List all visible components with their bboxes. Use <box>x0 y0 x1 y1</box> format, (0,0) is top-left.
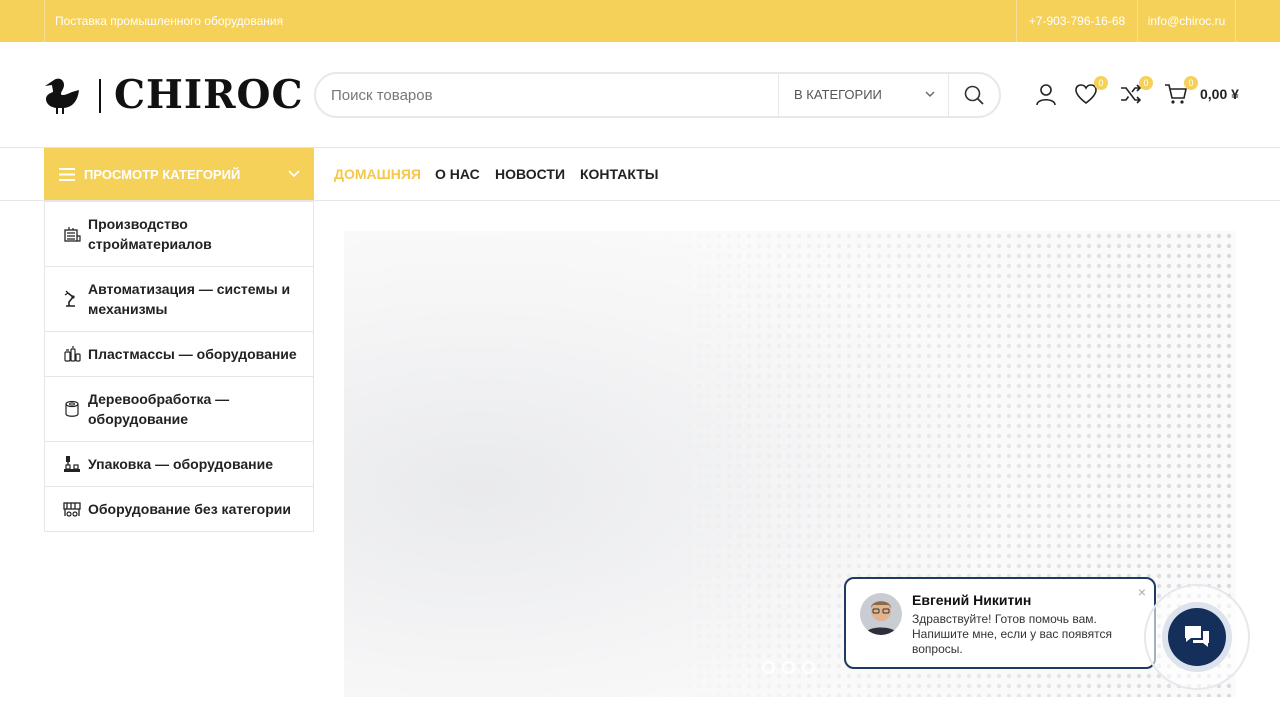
search-input[interactable] <box>331 74 771 116</box>
account-button[interactable] <box>1034 82 1060 108</box>
category-item-plastics[interactable]: Пластмассы — оборудование <box>45 331 313 376</box>
browse-categories-label: Просмотр категорий <box>84 167 241 182</box>
wood-log-icon <box>65 400 79 417</box>
cart-count-badge: 0 <box>1184 76 1198 90</box>
category-label: Деревообработка — оборудование <box>88 391 230 427</box>
category-label: Упаковка — оборудование <box>88 456 274 472</box>
wishlist-count-badge: 0 <box>1094 76 1108 90</box>
robot-arm-icon <box>64 290 75 307</box>
nav-link-home[interactable]: ДОМАШНЯЯ <box>334 148 421 200</box>
compare-button[interactable]: 0 <box>1119 76 1153 108</box>
conveyor-icon <box>63 502 81 517</box>
cart-total[interactable]: 0,00 ¥ <box>1200 86 1239 102</box>
plastic-bottles-icon <box>64 346 81 362</box>
category-label: Оборудование без категории <box>88 501 291 517</box>
search-button[interactable] <box>948 74 999 116</box>
chat-message: Здравствуйте! Готов помочь вам. Напишите… <box>912 612 1113 656</box>
site-header: CHIROC В КАТЕГОРИИ 0 0 0 0,00 ¥ <box>0 42 1280 148</box>
browse-categories-button[interactable]: Просмотр категорий <box>44 148 314 201</box>
menu-icon <box>59 168 75 181</box>
slider-dot[interactable] <box>802 661 815 674</box>
agent-photo-icon <box>860 593 902 635</box>
site-logo[interactable]: CHIROC <box>44 74 303 117</box>
category-label: Пластмассы — оборудование <box>88 346 297 362</box>
topbar-email-link[interactable]: info@chiroc.ru <box>1137 0 1236 42</box>
chat-close-button[interactable]: × <box>1138 584 1146 600</box>
packaging-machine-icon <box>64 456 80 472</box>
category-item-uncategorized[interactable]: Оборудование без категории <box>45 486 313 531</box>
category-item-woodworking[interactable]: Деревообработка — оборудование <box>45 376 313 441</box>
agent-name: Евгений Никитин <box>912 592 1032 608</box>
category-item-packaging[interactable]: Упаковка — оборудование <box>45 441 313 486</box>
nav-link-contacts[interactable]: КОНТАКТЫ <box>580 148 658 200</box>
search-category-select[interactable]: В КАТЕГОРИИ <box>778 74 949 116</box>
wishlist-button[interactable]: 0 <box>1074 76 1108 108</box>
user-icon <box>1036 84 1056 106</box>
nav-link-news[interactable]: НОВОСТИ <box>495 148 565 200</box>
slider-dot[interactable] <box>762 661 775 674</box>
topbar-tagline: Поставка промышленного оборудования <box>44 0 293 42</box>
duck-logo-icon <box>45 78 79 114</box>
chevron-down-icon <box>288 170 300 178</box>
logo-divider <box>99 79 101 113</box>
topbar-phone-link[interactable]: +7-903-796-16-68 <box>1016 0 1137 42</box>
agent-avatar <box>860 593 902 635</box>
chevron-down-icon <box>925 91 935 97</box>
search-form: В КАТЕГОРИИ <box>314 72 1001 118</box>
chat-launcher-button[interactable] <box>1144 584 1250 690</box>
compare-count-badge: 0 <box>1139 76 1153 90</box>
search-icon <box>964 85 984 105</box>
category-label: Автоматизация — системы и механизмы <box>88 281 291 317</box>
chat-bubbles-icon <box>1185 626 1209 647</box>
top-bar: Поставка промышленного оборудования +7-9… <box>0 0 1280 42</box>
category-item-building-materials[interactable]: Производство стройматериалов <box>45 201 313 266</box>
nav-link-about[interactable]: О НАС <box>435 148 480 200</box>
chat-popup[interactable]: Евгений Никитин Здравствуйте! Готов помо… <box>844 577 1156 669</box>
search-category-label: В КАТЕГОРИИ <box>794 87 882 102</box>
building-materials-icon <box>64 227 81 242</box>
category-label: Производство стройматериалов <box>88 216 212 252</box>
category-menu: Производство стройматериалов Автоматизац… <box>44 201 314 532</box>
cart-button[interactable]: 0 <box>1164 76 1198 108</box>
slider-dot[interactable] <box>782 661 795 674</box>
logo-text: CHIROC <box>114 72 304 118</box>
category-item-automation[interactable]: Автоматизация — системы и механизмы <box>45 266 313 331</box>
